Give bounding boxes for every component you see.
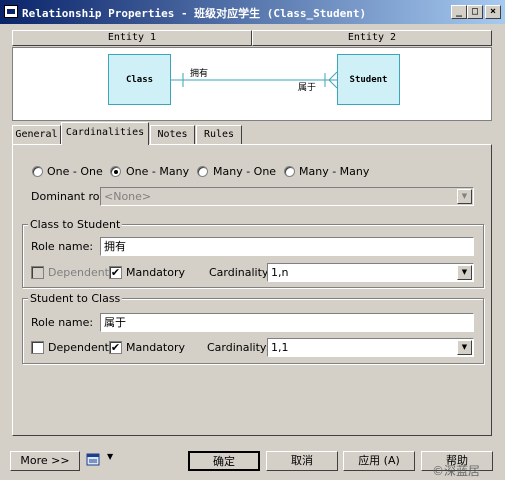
left-role-label: 拥有	[190, 69, 209, 79]
class-to-student-cardinality-select[interactable]: 1,n ▼	[267, 263, 474, 282]
student-to-class-cardinality-select[interactable]: 1,1 ▼	[267, 338, 474, 357]
app-icon	[4, 5, 18, 18]
right-role-label: 属于	[298, 83, 317, 93]
role-name-label: Role name:	[31, 240, 94, 253]
radio-one-one[interactable]	[32, 166, 43, 177]
tab-cardinalities[interactable]: Cardinalities	[61, 122, 149, 145]
class-to-student-mandatory-checkbox[interactable]: ✔	[109, 266, 122, 279]
relationship-diagram: Class Student 拥有 属于	[12, 47, 492, 121]
mandatory-label: Mandatory	[126, 266, 186, 279]
radio-one-one-label: One - One	[47, 165, 103, 178]
entity2-header: Entity 2	[252, 30, 492, 46]
role-name-label: Role name:	[31, 316, 94, 329]
radio-many-many[interactable]	[284, 166, 295, 177]
class-to-student-dependent-checkbox	[31, 266, 44, 279]
radio-one-many-label: One - Many	[126, 165, 190, 178]
tab-rules[interactable]: Rules	[196, 125, 242, 144]
watermark: ©深蓝居	[432, 464, 481, 478]
property-sheet-menu-icon[interactable]	[86, 452, 104, 468]
radio-many-one[interactable]	[197, 166, 208, 177]
dependent-label: Dependent	[48, 266, 109, 279]
entity1-header: Entity 1	[12, 30, 252, 46]
student-to-class-dependent-checkbox[interactable]	[31, 341, 44, 354]
radio-many-one-label: Many - One	[213, 165, 277, 178]
radio-many-many-label: Many - Many	[299, 165, 370, 178]
student-to-class-mandatory-checkbox[interactable]: ✔	[109, 341, 122, 354]
mandatory-label: Mandatory	[126, 341, 186, 354]
student-to-class-cardinality-value: 1,1	[271, 341, 289, 354]
ok-button[interactable]: 确定	[188, 451, 260, 471]
student-to-class-legend: Student to Class	[28, 292, 123, 305]
chevron-down-icon: ▼	[457, 189, 472, 204]
student-to-class-role-input[interactable]: 属于	[100, 313, 474, 332]
close-button[interactable]: ×	[485, 5, 501, 19]
tab-general[interactable]: General	[12, 125, 61, 144]
tab-notes[interactable]: Notes	[150, 125, 195, 144]
cardinality-label: Cardinality:	[207, 341, 270, 354]
window-title: Relationship Properties - 班级对应学生 (Class_…	[22, 7, 367, 20]
minimize-button[interactable]: _	[451, 5, 467, 19]
class-to-student-legend: Class to Student	[28, 218, 123, 231]
more-button[interactable]: More >>	[10, 451, 80, 471]
cancel-button[interactable]: 取消	[266, 451, 338, 471]
dominant-role-value: <None>	[104, 190, 152, 203]
class-to-student-cardinality-value: 1,n	[271, 266, 289, 279]
chevron-down-icon[interactable]: ▼	[107, 452, 113, 461]
radio-one-many[interactable]	[110, 166, 121, 177]
apply-button[interactable]: 应用 (A)	[343, 451, 415, 471]
dominant-role-select: <None> ▼	[100, 187, 474, 206]
cardinality-label: Cardinality:	[209, 266, 272, 279]
relationship-link	[171, 71, 338, 89]
dependent-label: Dependent	[48, 341, 109, 354]
chevron-down-icon[interactable]: ▼	[457, 340, 472, 355]
maximize-button[interactable]: □	[467, 5, 483, 19]
chevron-down-icon[interactable]: ▼	[457, 265, 472, 280]
class-to-student-role-input[interactable]: 拥有	[100, 237, 474, 256]
title-bar[interactable]: Relationship Properties - 班级对应学生 (Class_…	[0, 0, 505, 24]
